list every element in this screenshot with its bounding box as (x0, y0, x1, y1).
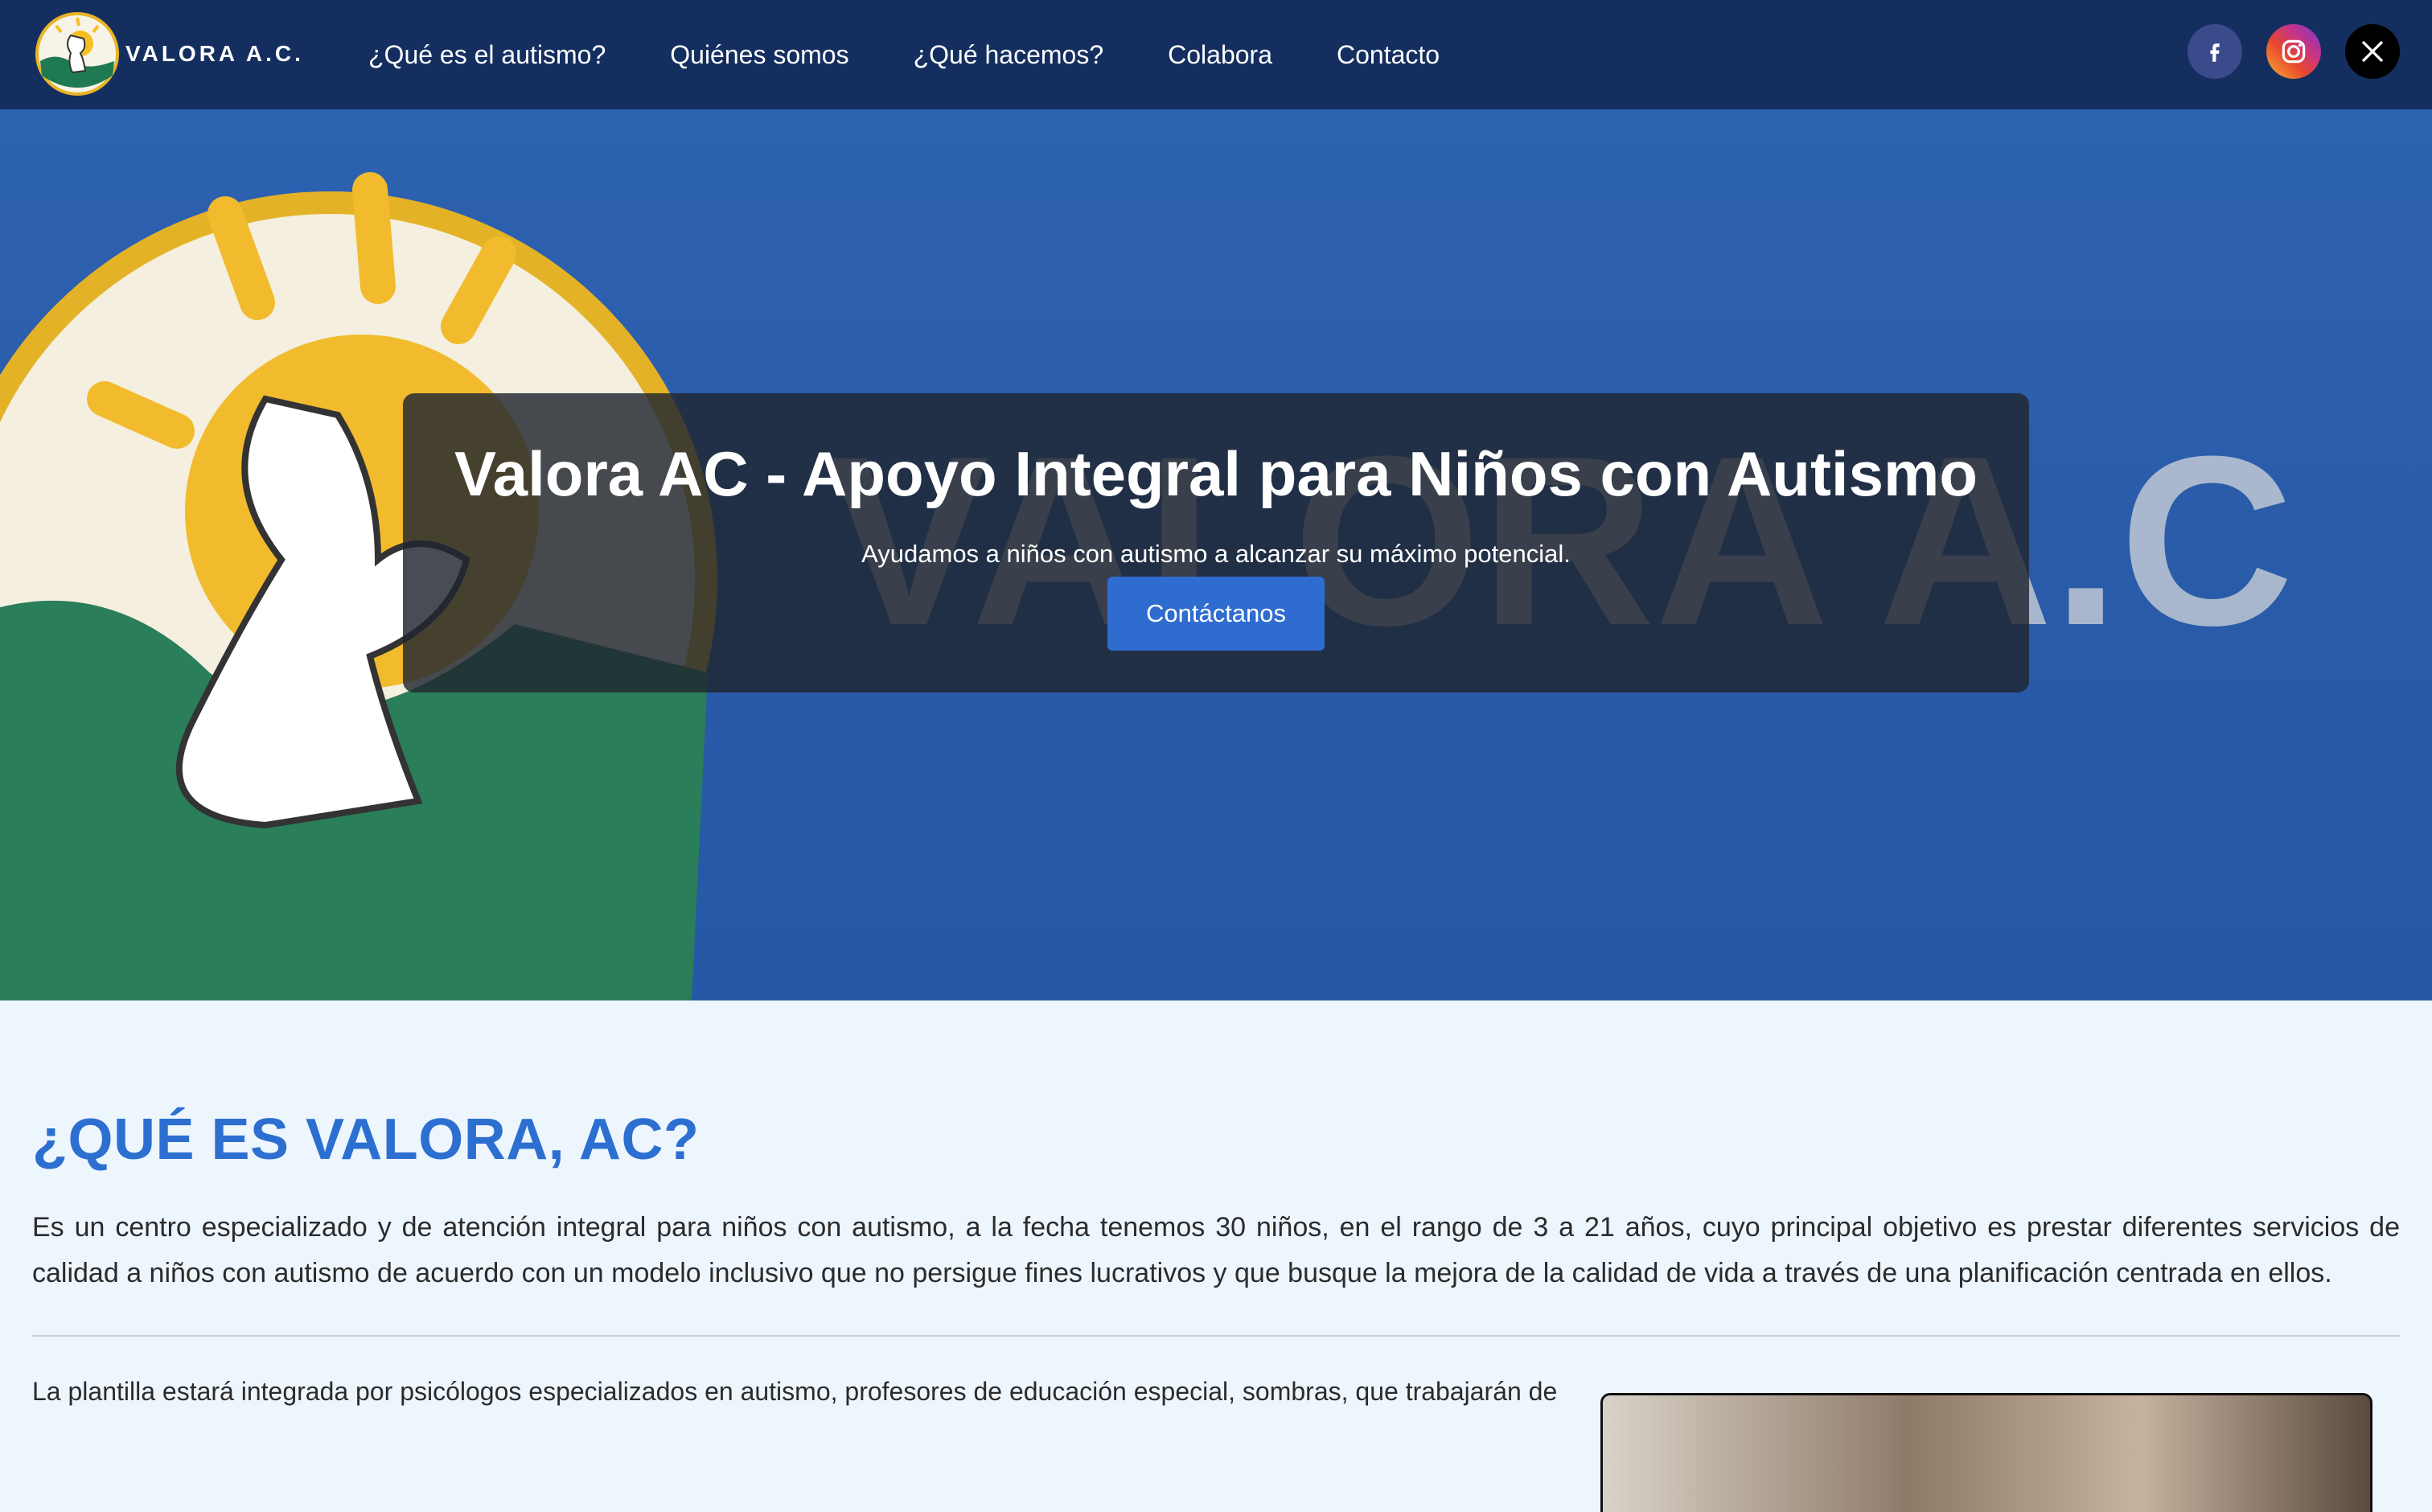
facebook-icon[interactable] (2188, 24, 2242, 79)
brand-home-link[interactable]: VALORA A.C. (32, 11, 304, 97)
top-navbar: VALORA A.C. ¿Qué es el autismo? Quiénes … (0, 0, 2432, 109)
hero-card: Valora AC - Apoyo Integral para Niños co… (403, 393, 2029, 692)
section-divider (32, 1335, 2400, 1337)
team-text: La plantilla estará integrada por psicól… (32, 1377, 1558, 1406)
contact-button[interactable]: Contáctanos (1107, 576, 1325, 651)
about-section: ¿QUÉ ES VALORA, AC? Es un centro especia… (32, 1000, 2400, 1512)
x-icon[interactable] (2345, 24, 2400, 79)
valora-logo-icon (35, 12, 119, 96)
nav-item-contacto[interactable]: Contacto (1337, 40, 1440, 70)
hero-subtitle: Ayudamos a niños con autismo a alcanzar … (861, 539, 1571, 568)
about-title: ¿QUÉ ES VALORA, AC? (32, 1107, 700, 1172)
team-photo (1600, 1393, 2372, 1512)
social-links (2163, 24, 2400, 79)
nav-item-colabora[interactable]: Colabora (1168, 40, 1272, 70)
brand-name: VALORA A.C. (125, 41, 304, 66)
main-nav: ¿Qué es el autismo? Quiénes somos ¿Qué h… (368, 0, 1504, 109)
team-section: La plantilla estará integrada por psicól… (32, 1369, 2400, 1512)
hero-section: VALORA A.C Valora AC - Apoyo Integral pa… (0, 109, 2432, 1000)
hero-title: Valora AC - Apoyo Integral para Niños co… (454, 438, 1978, 509)
nav-item-que-hacemos[interactable]: ¿Qué hacemos? (914, 40, 1104, 70)
instagram-icon[interactable] (2266, 24, 2321, 79)
nav-item-que-es-autismo[interactable]: ¿Qué es el autismo? (368, 40, 606, 70)
nav-item-quienes-somos[interactable]: Quiénes somos (670, 40, 848, 70)
about-text: Es un centro especializado y de atención… (32, 1212, 2400, 1288)
